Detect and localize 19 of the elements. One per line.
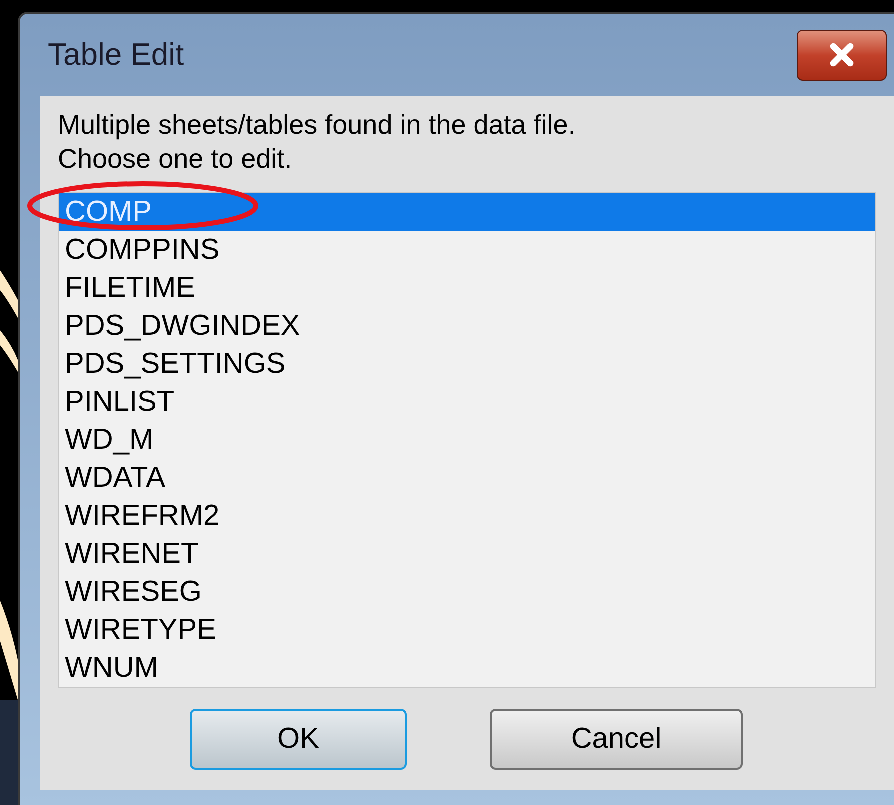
list-item[interactable]: PDS_SETTINGS (59, 345, 875, 383)
list-item[interactable]: WIREFRM2 (59, 497, 875, 535)
list-item[interactable]: WIRESEG (59, 573, 875, 611)
list-item[interactable]: WDATA (59, 459, 875, 497)
list-item[interactable]: WIRETYPE (59, 611, 875, 649)
list-item[interactable]: WIRENET (59, 535, 875, 573)
list-item[interactable]: WD_M (59, 421, 875, 459)
list-item[interactable]: PINLIST (59, 383, 875, 421)
message-text: Multiple sheets/tables found in the data file. (58, 109, 577, 142)
window-title: Table Edit (48, 36, 184, 74)
list-item[interactable]: COMPPINS (59, 231, 875, 269)
message-text: Choose one to edit. (58, 143, 294, 176)
list-item[interactable]: WNUM (59, 649, 875, 687)
list-item[interactable]: FILETIME (59, 269, 875, 307)
list-item[interactable]: PDS_DWGINDEX (59, 307, 875, 345)
close-button[interactable] (797, 30, 887, 80)
list-item[interactable]: COMP (59, 193, 875, 231)
dialog-button[interactable]: OK (190, 709, 407, 770)
dialog-button[interactable]: Cancel (490, 709, 743, 770)
